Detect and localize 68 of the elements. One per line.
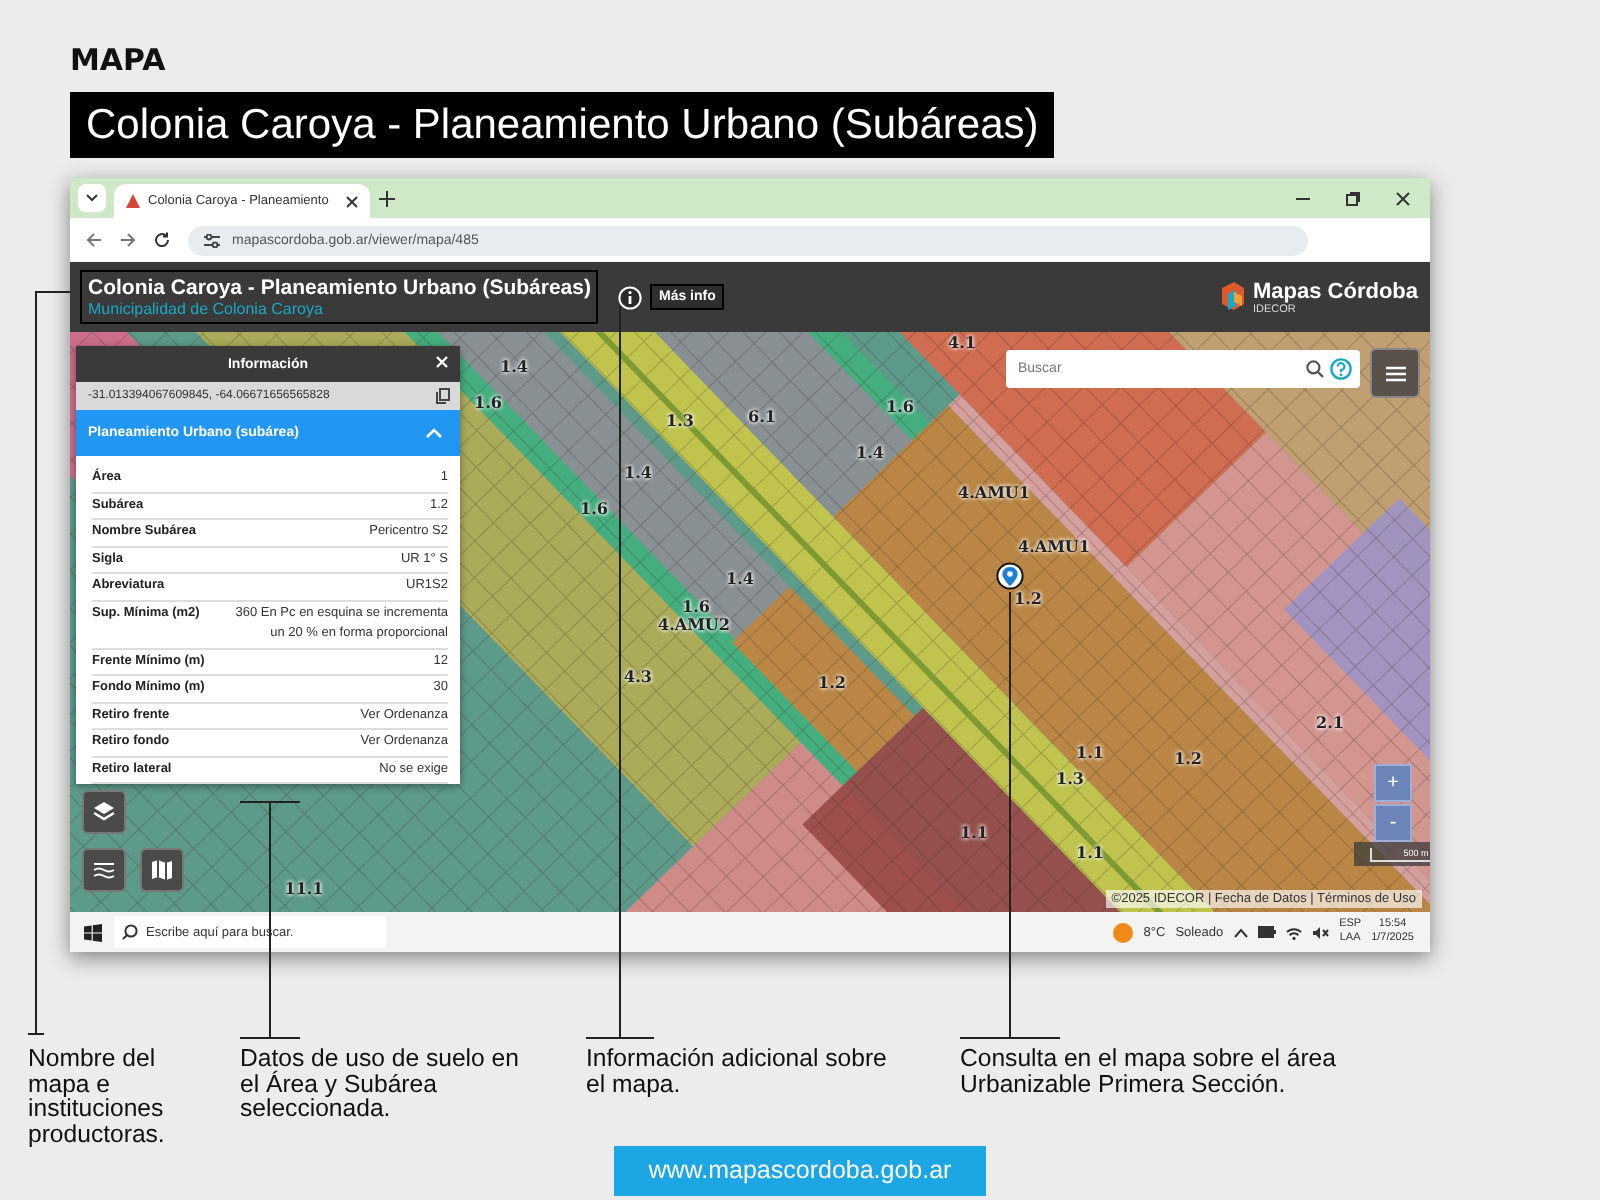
- zone-label: 1.2: [818, 672, 846, 692]
- zone-label: 4.3: [624, 666, 652, 686]
- site-settings-icon[interactable]: [204, 233, 220, 247]
- reload-icon[interactable]: [154, 232, 170, 248]
- location-pin-icon: [996, 562, 1024, 596]
- zone-label: 1.6: [682, 596, 710, 616]
- annotation-text: Información adicional sobre el mapa.: [586, 1046, 889, 1101]
- zone-label: 1.3: [1056, 768, 1084, 788]
- zoom-out-button[interactable]: -: [1374, 804, 1412, 842]
- layers-button[interactable]: [82, 790, 126, 834]
- annotation-text: Nombre del mapa e instituciones productoras.: [28, 1046, 167, 1146]
- menu-icon: [1385, 365, 1405, 381]
- section-heading: MAPA: [70, 42, 166, 78]
- zone-label: 1.4: [624, 462, 652, 482]
- logo-icon: [1220, 282, 1247, 312]
- zone-label: 1.2: [1174, 748, 1202, 768]
- zone-label: 1.1: [960, 822, 988, 842]
- chevron-up-icon: [426, 428, 442, 438]
- wifi-icon[interactable]: [1285, 925, 1302, 939]
- zone-label: 1.2: [1014, 588, 1042, 608]
- map-title: Colonia Caroya - Planeamiento Urbano (Subáreas): [88, 276, 591, 300]
- zone-label: 4.AMU2: [658, 614, 730, 634]
- sun-icon: [1111, 921, 1134, 943]
- zone-label: 11.1: [284, 878, 324, 898]
- chevron-down-icon: [86, 194, 98, 202]
- annotation-text: Consulta en el mapa sobre el área Urbanizable Primera Sección.: [960, 1046, 1338, 1101]
- logo-text: Mapas Córdoba: [1252, 279, 1418, 303]
- annotation-text: Datos de uso de suelo en el Área y Subárea seleccionada.: [240, 1046, 521, 1126]
- speaker-icon[interactable]: [1311, 925, 1330, 939]
- zone-label: 4.AMU1: [1018, 536, 1090, 556]
- zone-label: 1.3: [666, 410, 694, 430]
- search-icon[interactable]: [1306, 360, 1324, 378]
- zone-label: 1.4: [856, 442, 884, 462]
- zone-label: 1.4: [500, 356, 528, 376]
- battery-icon[interactable]: [1257, 926, 1276, 938]
- windows-icon[interactable]: [84, 923, 102, 941]
- chevron-up-icon[interactable]: [1233, 927, 1248, 937]
- zoom-in-button[interactable]: +: [1374, 764, 1412, 802]
- zone-label: 1.6: [886, 396, 914, 416]
- restore-icon[interactable]: [1346, 192, 1360, 206]
- tab-list-button[interactable]: [78, 184, 106, 212]
- waves-icon: [92, 858, 116, 882]
- plus-icon[interactable]: [378, 190, 396, 208]
- layers-icon: [92, 800, 116, 824]
- zone-label: 2.1: [1316, 712, 1344, 732]
- close-icon[interactable]: [1396, 192, 1410, 206]
- back-arrow-icon[interactable]: [86, 232, 102, 248]
- zone-label: 6.1: [748, 406, 776, 426]
- copy-icon[interactable]: [436, 388, 450, 404]
- close-icon[interactable]: [346, 195, 358, 207]
- map-subtitle: Municipalidad de Colonia Caroya: [88, 300, 325, 318]
- forward-arrow-icon[interactable]: [120, 232, 136, 248]
- zone-label: 1.1: [1076, 742, 1104, 762]
- zone-label: 1.4: [726, 568, 754, 588]
- info-icon[interactable]: [618, 285, 643, 309]
- menu-button[interactable]: [1370, 348, 1420, 398]
- zone-label: 1.6: [580, 498, 608, 518]
- title-banner: Colonia Caroya - Planeamiento Urbano (Subáreas): [70, 92, 1055, 158]
- waves-button[interactable]: [82, 848, 126, 892]
- search-icon: [122, 924, 138, 940]
- zone-label: 4.1: [948, 332, 976, 352]
- zone-label: 4.AMU1: [958, 482, 1030, 502]
- map-icon: [150, 858, 174, 882]
- favicon-icon: [126, 194, 140, 208]
- map-button[interactable]: [140, 848, 184, 892]
- zone-label: 1.6: [474, 392, 502, 412]
- zone-label: 1.1: [1076, 842, 1104, 862]
- minimize-icon[interactable]: [1296, 192, 1310, 206]
